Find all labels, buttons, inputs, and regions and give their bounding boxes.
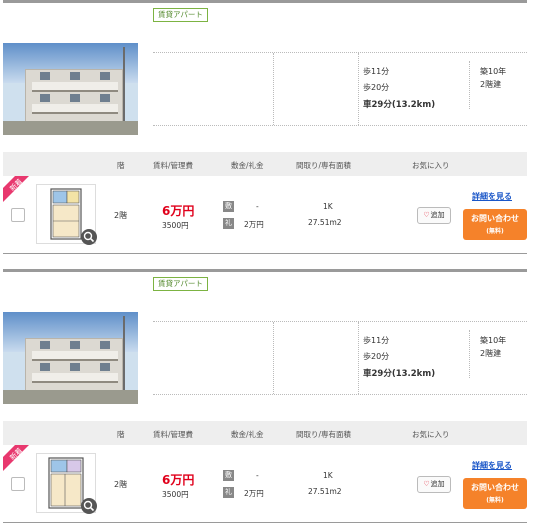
table-row: 新着 2階 6万円 3500円 敷 - 礼 2万円 1K 27.51m2 ♡追加… [3,176,527,254]
header-layout: 間取り/専有面積 [296,161,352,170]
inquiry-button[interactable]: お問い合わせ (無料) [463,478,527,509]
listing-card: 賃貸アパート 歩11分 歩20分 車29分(13.2km) 築10年 2階建 階… [3,0,527,255]
header-deposit: 敷金/礼金 [231,430,264,439]
key-money-label: 礼 [223,218,234,229]
header-layout: 間取り/専有面積 [296,430,352,439]
access-walk-1: 歩11分 [363,67,390,76]
room-area: 27.51m2 [308,218,342,227]
key-money-value: 2万円 [244,220,264,229]
property-photo[interactable] [3,43,138,135]
header-rent: 賃料/管理費 [153,430,194,439]
access-info-box [153,321,527,395]
room-layout: 1K [323,202,333,211]
detail-link[interactable]: 詳細を見る [472,191,512,202]
add-favorite-button[interactable]: ♡追加 [417,207,451,224]
access-walk-1: 歩11分 [363,336,390,345]
card-divider [3,0,527,3]
floor-plan-thumbnail[interactable] [36,184,97,245]
access-car: 車29分(13.2km) [363,369,436,379]
room-floor: 2階 [114,480,128,489]
room-area: 27.51m2 [308,487,342,496]
property-type-badge: 賃貸アパート [153,8,208,22]
room-rent: 6万円 [162,473,195,487]
detail-link[interactable]: 詳細を見る [472,460,512,471]
room-select-checkbox[interactable] [11,208,25,222]
inquiry-label: お問い合わせ [471,214,519,223]
heart-icon: ♡ [423,211,430,219]
new-ribbon: 新着 [3,176,31,204]
inquiry-sub-label: (無料) [486,228,504,235]
add-favorite-button[interactable]: ♡追加 [417,476,451,493]
building-floors: 2階建 [480,349,502,358]
header-rent: 賃料/管理費 [153,161,194,170]
header-favorite: お気に入り [412,430,450,439]
property-photo[interactable] [3,312,138,404]
header-floor: 階 [117,430,125,439]
table-row: 新着 2階 6万円 3500円 敷 - 礼 2万円 1K 27.51m2 ♡追加… [3,445,527,523]
header-favorite: お気に入り [412,161,450,170]
inquiry-sub-label: (無料) [486,497,504,504]
zoom-icon[interactable] [81,498,97,514]
room-layout: 1K [323,471,333,480]
inquiry-label: お問い合わせ [471,483,519,492]
building-floors: 2階建 [480,80,502,89]
room-select-checkbox[interactable] [11,477,25,491]
zoom-icon[interactable] [81,229,97,245]
building-age: 築10年 [480,67,507,76]
new-ribbon: 新着 [3,445,31,473]
deposit-value: - [256,471,259,480]
header-deposit: 敷金/礼金 [231,161,264,170]
property-type-badge: 賃貸アパート [153,277,208,291]
key-money-value: 2万円 [244,489,264,498]
heart-icon: ♡ [423,480,430,488]
inquiry-button[interactable]: お問い合わせ (無料) [463,209,527,240]
floor-plan-thumbnail[interactable] [36,453,97,514]
access-car: 車29分(13.2km) [363,100,436,110]
room-mgmt-fee: 3500円 [162,490,189,499]
room-table-header: 階 賃料/管理費 敷金/礼金 間取り/専有面積 お気に入り [3,421,527,445]
deposit-label: 敷 [223,470,234,481]
room-table-header: 階 賃料/管理費 敷金/礼金 間取り/専有面積 お気に入り [3,152,527,176]
building-age: 築10年 [480,336,507,345]
access-walk-2: 歩20分 [363,83,390,92]
room-floor: 2階 [114,211,128,220]
header-floor: 階 [117,161,125,170]
access-info-box [153,52,527,126]
favorite-label: 追加 [430,480,445,488]
deposit-value: - [256,202,259,211]
access-walk-2: 歩20分 [363,352,390,361]
room-mgmt-fee: 3500円 [162,221,189,230]
card-divider [3,269,527,272]
key-money-label: 礼 [223,487,234,498]
listing-card: 賃貸アパート 歩11分 歩20分 車29分(13.2km) 築10年 2階建 階… [3,269,527,524]
favorite-label: 追加 [430,211,445,219]
room-rent: 6万円 [162,204,195,218]
deposit-label: 敷 [223,201,234,212]
